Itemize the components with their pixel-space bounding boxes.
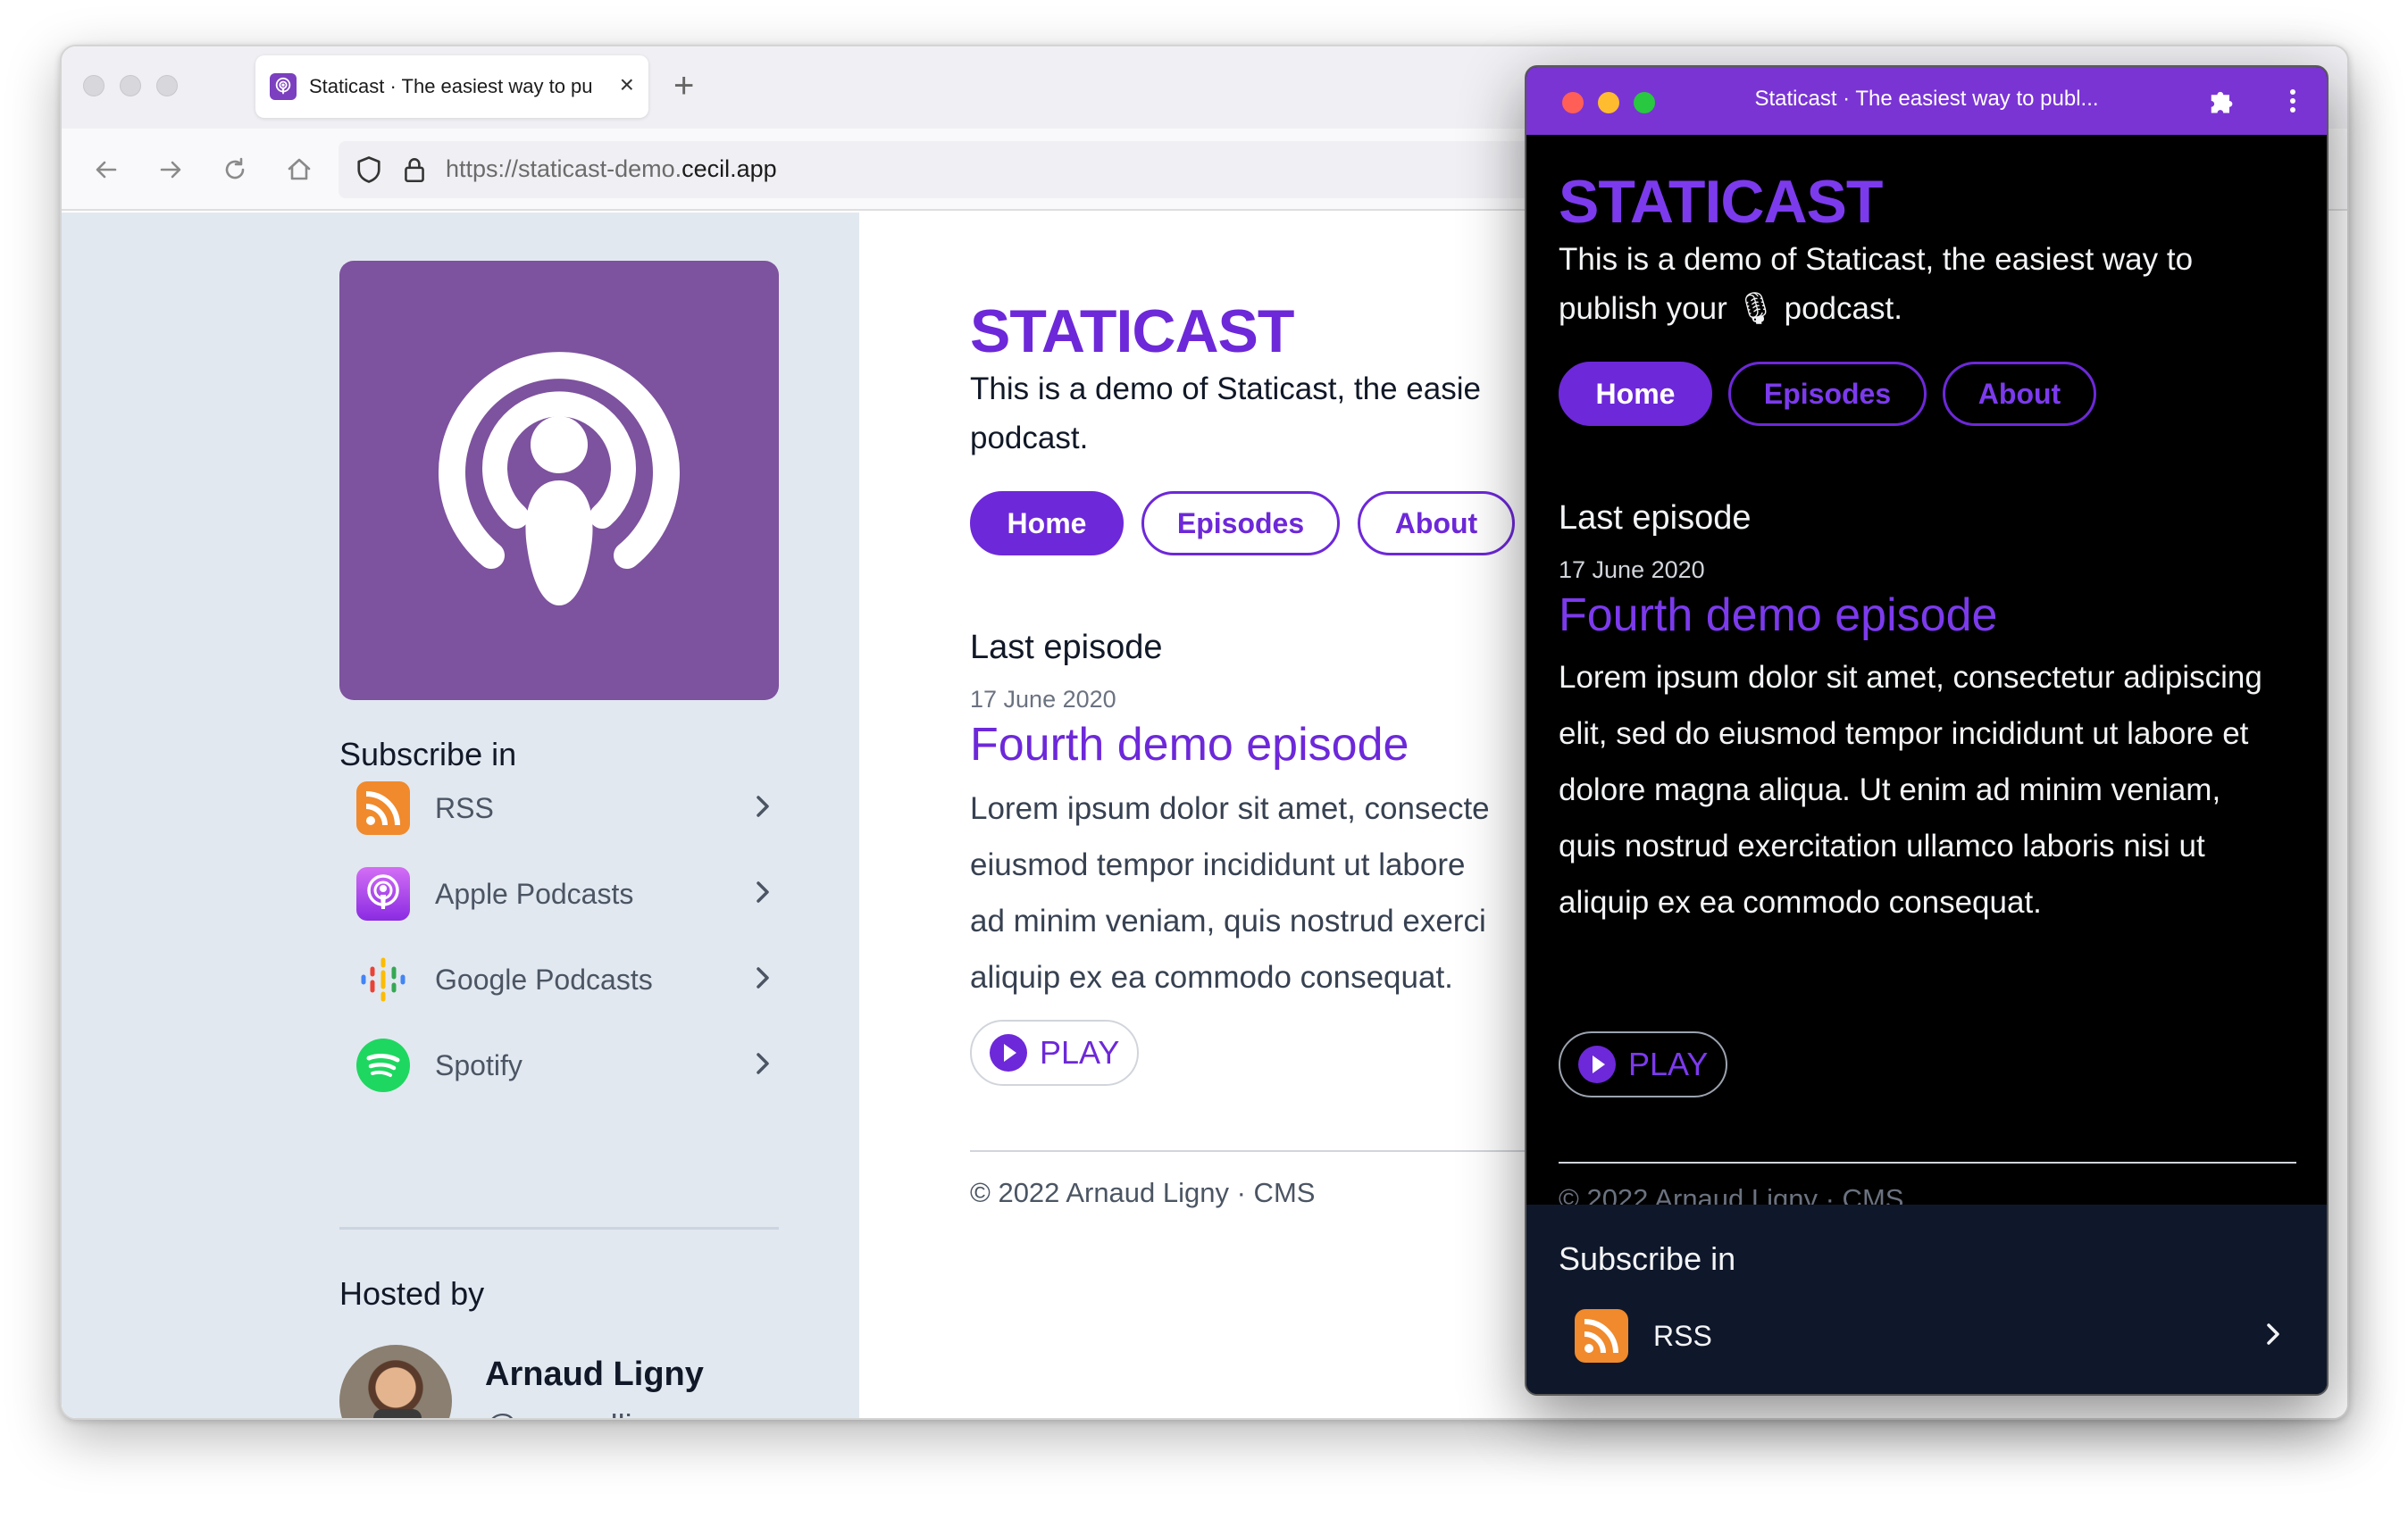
site-description: This is a demo of Staticast, the easie p… [970, 371, 1481, 455]
episode-date: 17 June 2020 [1559, 556, 1705, 583]
subscribe-google-podcasts-link[interactable]: Google Podcasts [356, 948, 779, 1011]
popup-title-bar: Staticast · The easiest way to publ... [1526, 67, 2327, 135]
chevron-right-icon [752, 1046, 779, 1086]
extension-puzzle-icon[interactable] [2205, 85, 2237, 121]
shield-icon[interactable] [353, 154, 385, 190]
nav-episodes-button[interactable]: Episodes [1141, 491, 1340, 555]
footer-divider [1559, 1162, 2296, 1164]
forward-arrow-icon[interactable] [151, 150, 190, 189]
last-episode-heading: Last episode [1559, 499, 1752, 537]
play-icon [1578, 1046, 1616, 1083]
subscribe-rss-link[interactable]: RSS [356, 777, 779, 839]
apple-podcasts-icon [356, 867, 410, 921]
play-label: PLAY [1040, 1034, 1120, 1071]
chevron-right-icon [752, 874, 779, 914]
subscribe-spotify-link[interactable]: Spotify [356, 1034, 779, 1097]
window-controls [83, 75, 178, 96]
rss-label: RSS [435, 791, 494, 824]
play-button[interactable]: PLAY [1559, 1031, 1728, 1097]
sidebar-divider [339, 1227, 779, 1230]
site-description: This is a demo of Staticast, the easiest… [1559, 242, 2194, 326]
popup-subscribe-section: Subscribe in RSS [1526, 1205, 2327, 1394]
episode-description: Lorem ipsum dolor sit amet, consectetur … [1559, 660, 2262, 920]
podcast-favicon-icon [270, 73, 297, 100]
rss-icon [356, 781, 410, 835]
site-title[interactable]: STATICAST [970, 296, 1294, 366]
episode-title-link[interactable]: Fourth demo episode [1559, 588, 1997, 642]
popup-page-body: STATICAST This is a demo of Staticast, t… [1526, 135, 2327, 1214]
close-window-button[interactable] [83, 75, 105, 96]
more-menu-icon[interactable] [2286, 85, 2300, 121]
play-icon [990, 1034, 1027, 1072]
sidebar: Subscribe in RSS Apple Podcasts Google P… [62, 213, 859, 1418]
host-handle[interactable]: @arnaudligny [485, 1407, 684, 1418]
reload-icon[interactable] [215, 150, 255, 189]
episode-title-link[interactable]: Fourth demo episode [970, 718, 1409, 772]
close-tab-icon[interactable]: × [620, 71, 634, 98]
chevron-right-icon [752, 789, 779, 829]
google-podcasts-icon [356, 953, 410, 1006]
home-icon[interactable] [280, 150, 319, 189]
episode-description: Lorem ipsum dolor sit amet, consecte eiu… [970, 791, 1490, 995]
nav-home-button[interactable]: Home [1559, 362, 1712, 426]
host-name[interactable]: Arnaud Ligny [485, 1356, 704, 1394]
subscribe-apple-podcasts-link[interactable]: Apple Podcasts [356, 863, 779, 925]
subscribe-rss-link[interactable]: RSS [1575, 1305, 2289, 1367]
host-avatar[interactable] [339, 1345, 452, 1418]
last-episode-heading: Last episode [970, 629, 1163, 666]
nav-episodes-button[interactable]: Episodes [1728, 362, 1927, 426]
spotify-label: Spotify [435, 1048, 523, 1081]
footer-text: © 2022 Arnaud Ligny · CMS [970, 1177, 1316, 1208]
rss-icon [1575, 1309, 1628, 1363]
chevron-right-icon [2262, 1316, 2289, 1356]
rss-label: RSS [1653, 1319, 1712, 1352]
maximize-window-button[interactable] [156, 75, 178, 96]
browser-tab[interactable]: Staticast · The easiest way to pu × [255, 55, 648, 118]
google-podcasts-label: Google Podcasts [435, 963, 653, 996]
episode-date: 17 June 2020 [970, 686, 1116, 713]
spotify-icon [356, 1039, 410, 1092]
url-text[interactable]: https://staticast-demo.cecil.app [446, 155, 777, 183]
site-title[interactable]: STATICAST [1559, 167, 1883, 237]
play-label: PLAY [1628, 1046, 1709, 1082]
hosted-by-heading: Hosted by [339, 1275, 485, 1312]
podcast-logo-icon [439, 352, 680, 605]
apple-podcasts-label: Apple Podcasts [435, 877, 634, 910]
dark-mode-window: Staticast · The easiest way to publ... S… [1525, 65, 2329, 1396]
subscribe-heading: Subscribe in [1559, 1240, 1736, 1277]
lock-icon[interactable] [399, 154, 430, 190]
minimize-window-button[interactable] [120, 75, 141, 96]
nav-about-button[interactable]: About [1358, 491, 1515, 555]
chevron-right-icon [752, 960, 779, 1000]
new-tab-button[interactable]: + [673, 66, 694, 105]
play-button[interactable]: PLAY [970, 1020, 1140, 1086]
back-arrow-icon[interactable] [87, 150, 126, 189]
nav-about-button[interactable]: About [1943, 362, 2096, 426]
tab-title: Staticast · The easiest way to pu [309, 75, 593, 97]
podcast-cover-art [339, 261, 779, 700]
nav-home-button[interactable]: Home [970, 491, 1124, 555]
subscribe-heading: Subscribe in [339, 736, 517, 772]
